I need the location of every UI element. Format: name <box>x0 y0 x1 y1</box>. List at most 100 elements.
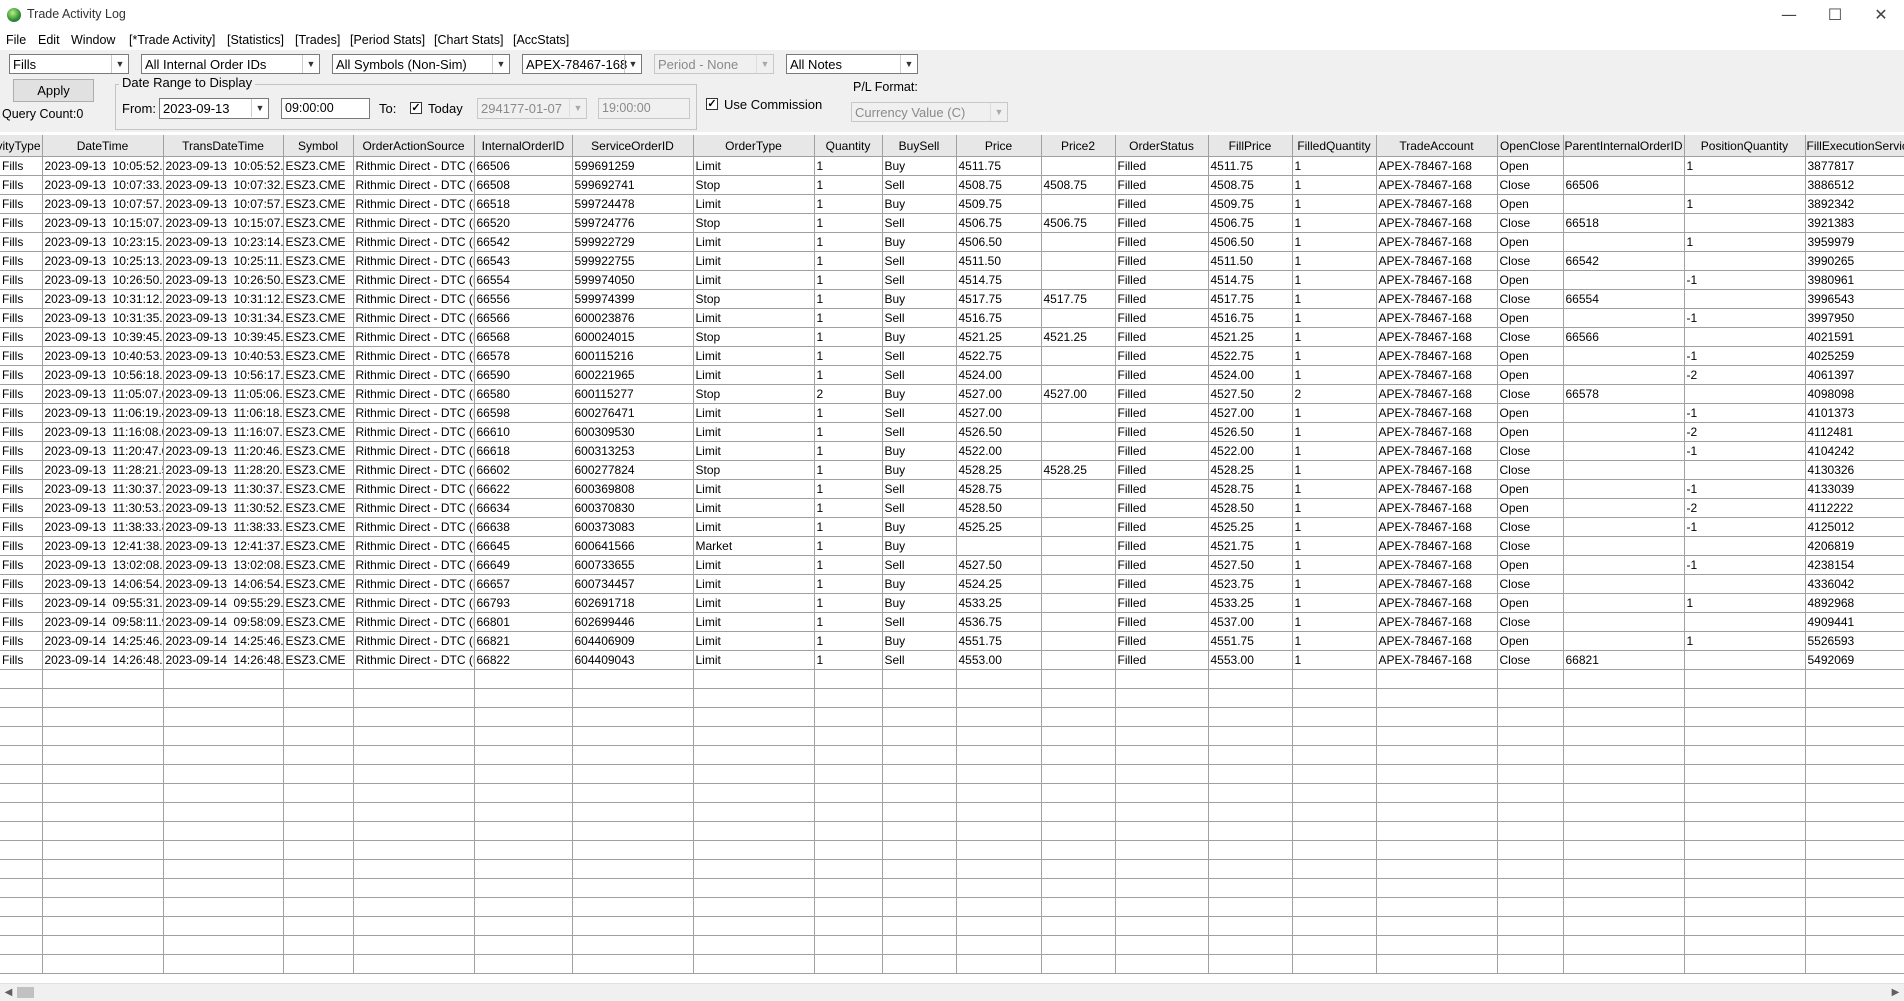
table-cell[interactable]: 602699446 <box>572 612 694 632</box>
table-cell[interactable]: 4021591 <box>1805 327 1904 347</box>
table-cell[interactable] <box>1041 441 1116 461</box>
table-cell[interactable]: 1 <box>814 194 883 214</box>
table-cell[interactable]: 4506.75 <box>1041 213 1116 233</box>
table-cell[interactable]: Rithmic Direct - DTC (R <box>353 365 475 385</box>
table-cell[interactable]: 4524.00 <box>1208 365 1293 385</box>
table-cell[interactable]: 66506 <box>1563 175 1685 195</box>
table-cell[interactable] <box>474 897 573 917</box>
table-cell[interactable] <box>1376 954 1498 974</box>
table-cell[interactable] <box>956 688 1042 708</box>
table-cell[interactable]: Fills <box>0 384 43 404</box>
table-cell[interactable] <box>956 935 1042 955</box>
table-cell[interactable] <box>1115 859 1209 879</box>
table-cell[interactable]: 4522.00 <box>1208 441 1293 461</box>
table-cell[interactable]: 4509.75 <box>1208 194 1293 214</box>
table-cell[interactable]: 66566 <box>1563 327 1685 347</box>
table-cell[interactable] <box>882 916 957 936</box>
table-cell[interactable] <box>1041 346 1116 366</box>
table-cell[interactable]: 66821 <box>474 631 573 651</box>
table-cell[interactable] <box>693 707 815 727</box>
table-cell[interactable]: 2023-09-13 10:15:07.0 <box>163 213 284 233</box>
table-cell[interactable]: 2023-09-13 14:06:54.0 <box>163 574 284 594</box>
table-cell[interactable]: Stop <box>693 384 815 404</box>
table-cell[interactable] <box>283 840 354 860</box>
table-cell[interactable] <box>283 916 354 936</box>
table-row[interactable]: Fills 2023-09-13 13:02:08.6 2023-09-13 13:… <box>0 555 1904 575</box>
table-cell[interactable] <box>1497 669 1564 689</box>
table-cell[interactable] <box>1292 821 1377 841</box>
table-cell[interactable] <box>814 707 883 727</box>
table-row[interactable]: Fills 2023-09-13 10:07:33.2 2023-09-13 10:… <box>0 175 1904 195</box>
table-cell[interactable] <box>956 707 1042 727</box>
table-cell[interactable] <box>882 935 957 955</box>
table-cell[interactable]: APEX-78467-168 <box>1376 555 1498 575</box>
table-cell[interactable]: ESZ3.CME <box>283 422 354 442</box>
table-cell[interactable] <box>1684 327 1806 347</box>
table-cell[interactable]: 66542 <box>474 232 573 252</box>
table-cell[interactable]: 4528.25 <box>1208 460 1293 480</box>
table-cell[interactable]: 4551.75 <box>956 631 1042 651</box>
table-cell[interactable] <box>1805 954 1904 974</box>
table-cell[interactable] <box>814 688 883 708</box>
table-cell[interactable] <box>1376 726 1498 746</box>
table-cell[interactable]: Limit <box>693 346 815 366</box>
table-cell[interactable]: 600115277 <box>572 384 694 404</box>
table-cell[interactable]: Fills <box>0 650 43 670</box>
table-cell[interactable]: 4061397 <box>1805 365 1904 385</box>
table-cell[interactable] <box>693 802 815 822</box>
table-cell[interactable]: Rithmic Direct - DTC (R <box>353 650 475 670</box>
table-cell[interactable] <box>814 935 883 955</box>
table-cell[interactable]: 2023-09-13 10:15:07.9 <box>42 213 164 233</box>
table-cell[interactable] <box>1684 612 1806 632</box>
table-cell[interactable] <box>353 859 475 879</box>
table-cell[interactable]: Open <box>1497 308 1564 328</box>
table-row[interactable] <box>0 707 1904 727</box>
table-cell[interactable] <box>353 954 475 974</box>
table-cell[interactable] <box>1805 802 1904 822</box>
table-cell[interactable]: 2023-09-13 10:23:15.0 <box>42 232 164 252</box>
symbol-select[interactable]: All Symbols (Non-Sim) ▼ <box>332 54 510 74</box>
table-cell[interactable]: 1 <box>814 441 883 461</box>
table-cell[interactable]: 1 <box>814 422 883 442</box>
table-cell[interactable] <box>0 897 43 917</box>
table-cell[interactable] <box>1497 840 1564 860</box>
table-cell[interactable]: 1 <box>1292 441 1377 461</box>
table-cell[interactable] <box>353 669 475 689</box>
table-cell[interactable]: Buy <box>882 574 957 594</box>
table-cell[interactable]: Close <box>1497 536 1564 556</box>
table-cell[interactable] <box>353 802 475 822</box>
table-cell[interactable] <box>1208 859 1293 879</box>
table-cell[interactable] <box>1563 346 1685 366</box>
menu-window[interactable]: Window <box>71 33 115 47</box>
notes-select[interactable]: All Notes ▼ <box>786 54 918 74</box>
table-cell[interactable]: 2023-09-13 10:07:33.2 <box>42 175 164 195</box>
table-cell[interactable]: APEX-78467-168 <box>1376 422 1498 442</box>
table-row[interactable]: Fills 2023-09-13 10:26:50.7 2023-09-13 10:… <box>0 270 1904 290</box>
table-cell[interactable] <box>1376 935 1498 955</box>
table-cell[interactable] <box>1376 764 1498 784</box>
table-cell[interactable] <box>1292 688 1377 708</box>
table-cell[interactable] <box>572 878 694 898</box>
table-cell[interactable]: Limit <box>693 194 815 214</box>
table-cell[interactable] <box>163 935 284 955</box>
table-cell[interactable]: 4527.00 <box>956 403 1042 423</box>
table-cell[interactable] <box>1115 954 1209 974</box>
table-cell[interactable] <box>1563 460 1685 480</box>
table-cell[interactable]: 2023-09-13 10:31:35.2 <box>42 308 164 328</box>
table-cell[interactable]: 2023-09-13 11:20:46.0 <box>163 441 284 461</box>
table-cell[interactable] <box>1208 821 1293 841</box>
column-header[interactable]: PositionQuantity <box>1684 135 1806 157</box>
table-cell[interactable]: 600734457 <box>572 574 694 594</box>
table-cell[interactable] <box>1115 935 1209 955</box>
table-cell[interactable]: Limit <box>693 251 815 271</box>
table-cell[interactable] <box>1684 707 1806 727</box>
table-cell[interactable]: 4522.75 <box>1208 346 1293 366</box>
table-cell[interactable]: Close <box>1497 460 1564 480</box>
column-header[interactable]: OrderType <box>693 135 815 157</box>
table-cell[interactable] <box>1684 251 1806 271</box>
table-cell[interactable] <box>0 916 43 936</box>
table-cell[interactable]: 4104242 <box>1805 441 1904 461</box>
table-cell[interactable]: Fills <box>0 403 43 423</box>
table-cell[interactable]: Fills <box>0 194 43 214</box>
table-cell[interactable] <box>572 802 694 822</box>
